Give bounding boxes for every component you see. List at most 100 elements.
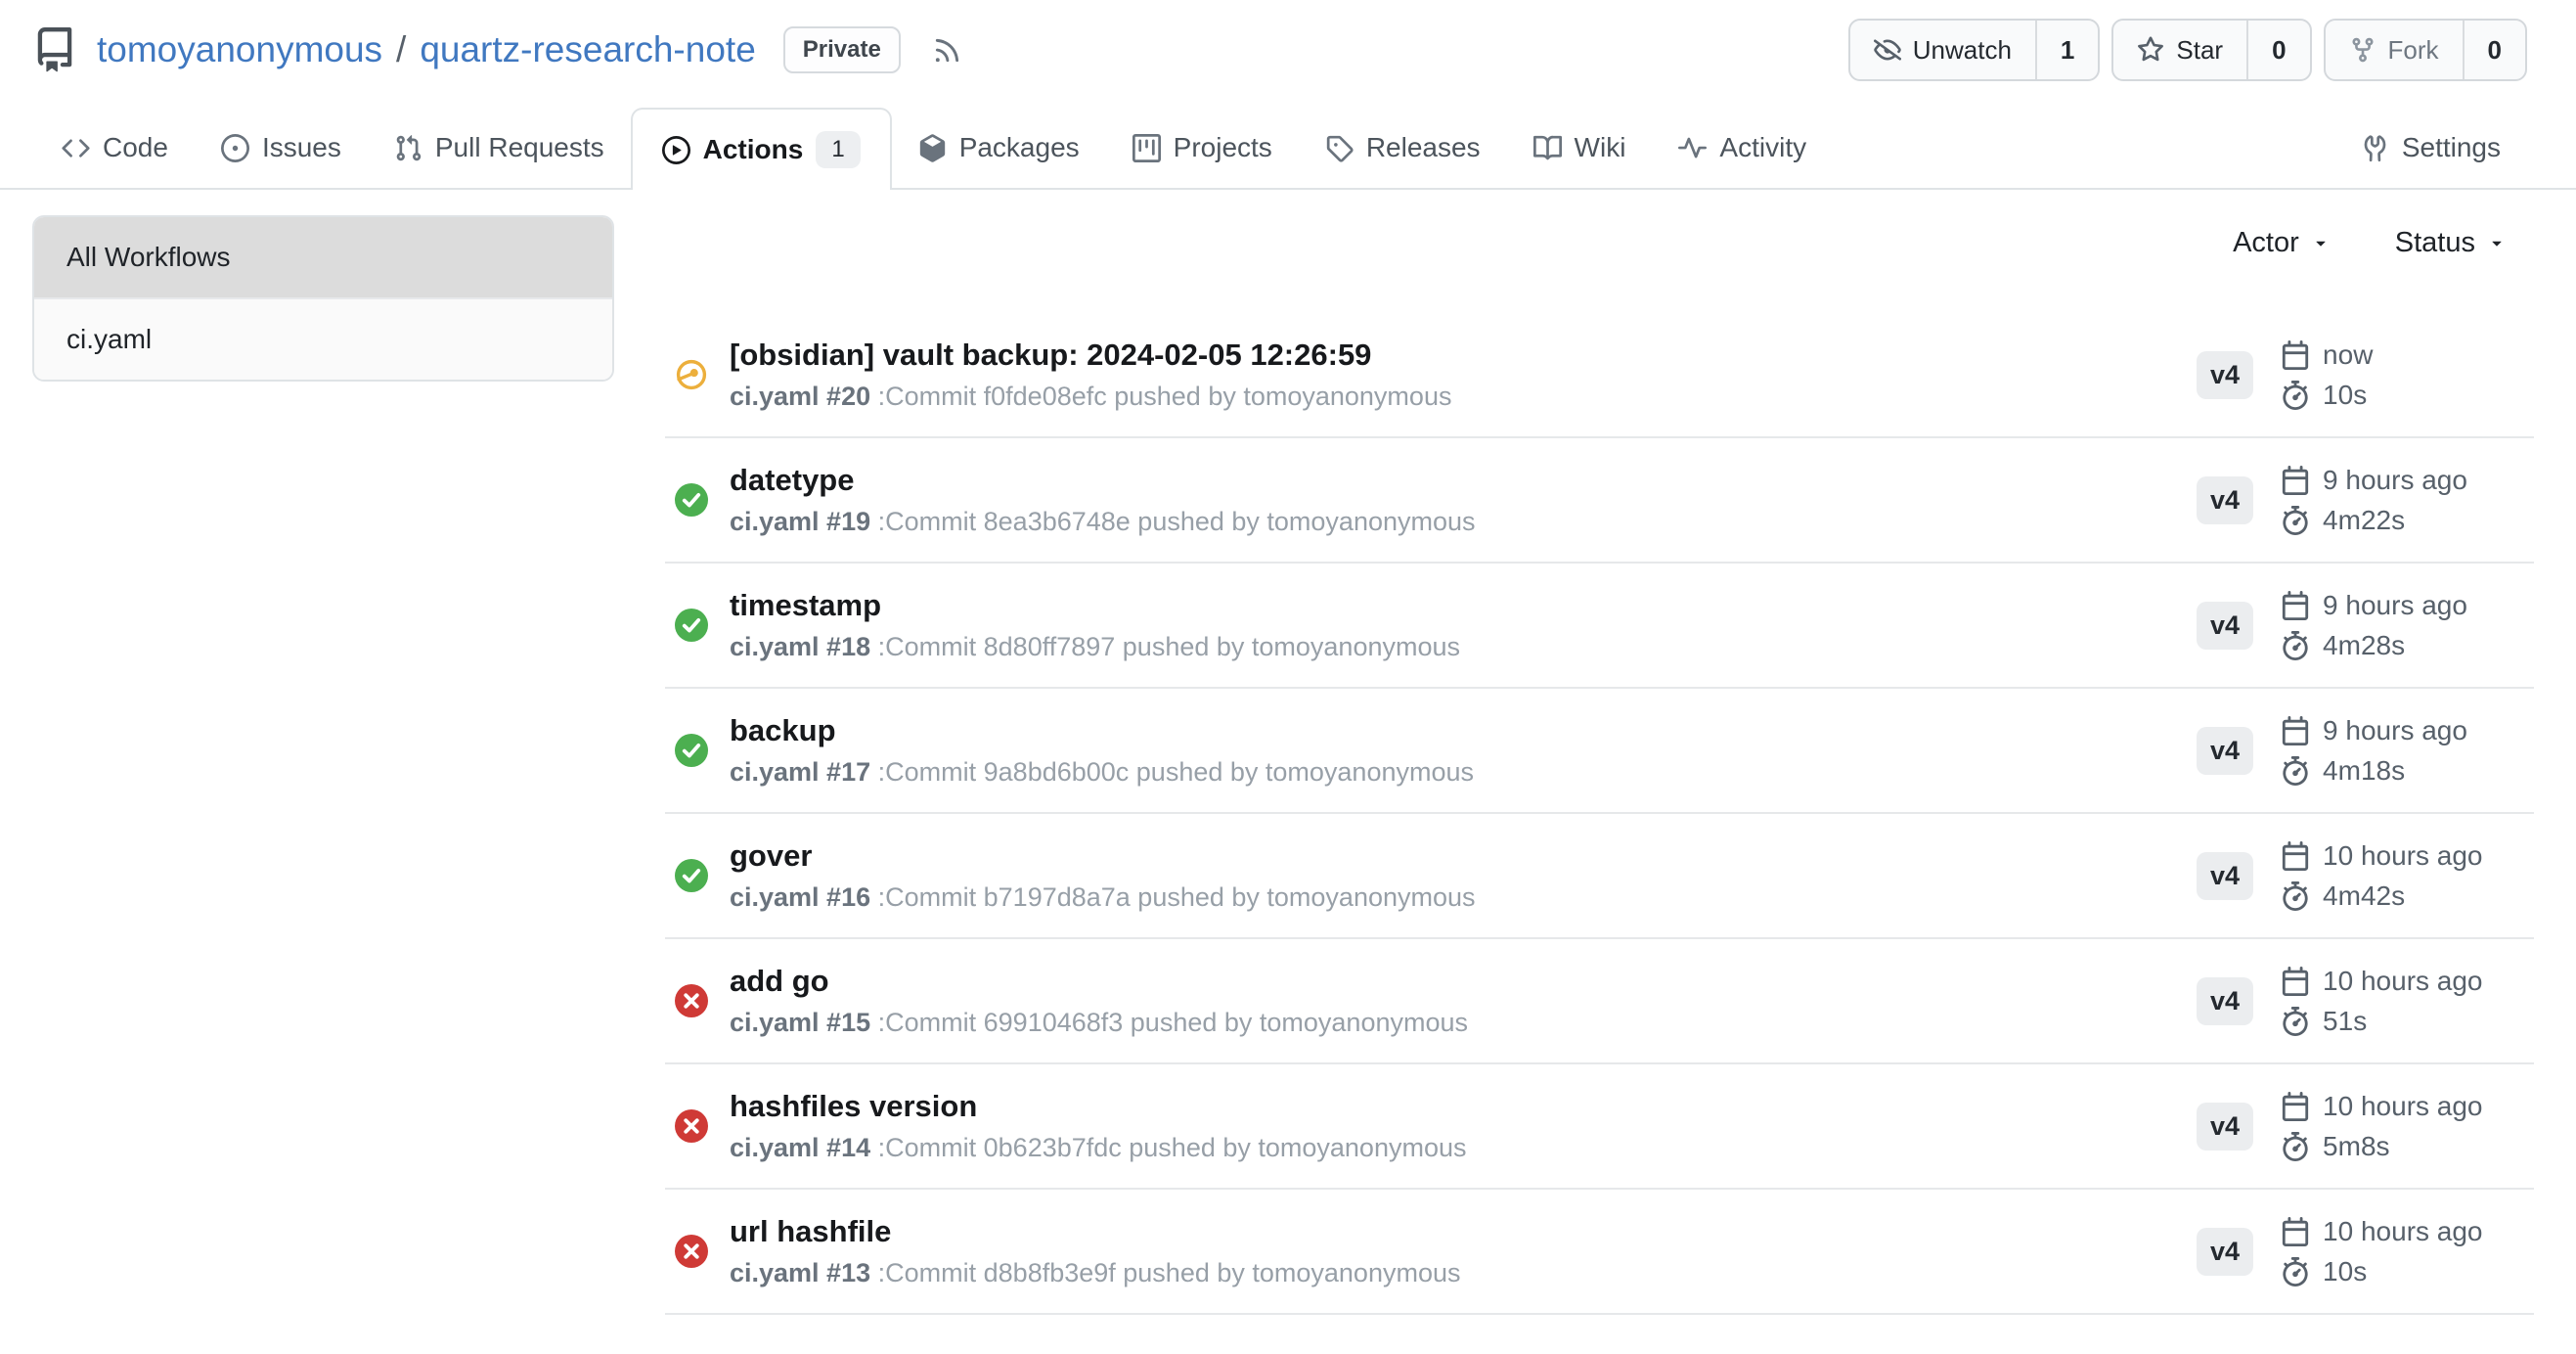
tab-issues[interactable]: Issues: [195, 108, 368, 188]
in-progress-icon: [675, 358, 708, 391]
tab-pull-requests-label: Pull Requests: [435, 132, 604, 163]
tab-activity[interactable]: Activity: [1652, 108, 1833, 188]
check-circle-icon: [675, 734, 708, 767]
runner-version-badge: v4: [2197, 602, 2253, 650]
actor-filter-label: Actor: [2233, 227, 2299, 259]
stopwatch-icon: [2281, 1257, 2310, 1286]
run-date: 10 hours ago: [2281, 1091, 2482, 1122]
actions-count-badge: 1: [816, 131, 860, 168]
run-workflow-number[interactable]: ci.yaml #13: [730, 1258, 870, 1287]
rss-feed-icon[interactable]: [932, 35, 962, 66]
star-icon: [2137, 36, 2164, 64]
run-subtitle: ci.yaml #14 :Commit 0b623b7fdc pushed by…: [730, 1133, 2197, 1163]
tab-projects[interactable]: Projects: [1106, 108, 1299, 188]
run-workflow-number[interactable]: ci.yaml #16: [730, 882, 870, 912]
run-commit-text: :Commit 8d80ff7897 pushed by tomoyanonym…: [878, 632, 1460, 661]
tab-wiki-label: Wiki: [1575, 132, 1626, 163]
tab-pull-requests[interactable]: Pull Requests: [368, 108, 631, 188]
run-filters: Actor Status: [665, 215, 2534, 270]
workflow-run-row[interactable]: backup ci.yaml #17 :Commit 9a8bd6b00c pu…: [665, 689, 2534, 814]
sidebar-item-ci-yaml[interactable]: ci.yaml: [34, 297, 612, 380]
run-title-link[interactable]: add go: [730, 964, 2197, 999]
workflow-run-row[interactable]: hashfiles version ci.yaml #14 :Commit 0b…: [665, 1064, 2534, 1190]
content-area: All Workflows ci.yaml Actor Status: [0, 190, 2576, 1354]
run-commit-text: :Commit d8b8fb3e9f pushed by tomoyanonym…: [878, 1258, 1461, 1287]
tab-code[interactable]: Code: [35, 108, 195, 188]
calendar-icon: [2281, 1092, 2310, 1121]
run-subtitle: ci.yaml #19 :Commit 8ea3b6748e pushed by…: [730, 507, 2197, 537]
calendar-icon: [2281, 967, 2310, 996]
stopwatch-icon: [2281, 631, 2310, 660]
code-icon: [62, 134, 90, 162]
run-meta: v4 9 hours ago 4m22s: [2197, 465, 2534, 536]
watch-count[interactable]: 1: [2035, 21, 2098, 79]
check-circle-icon: [675, 609, 708, 642]
workflow-run-row[interactable]: timestamp ci.yaml #18 :Commit 8d80ff7897…: [665, 564, 2534, 689]
workflow-run-row[interactable]: datetype ci.yaml #19 :Commit 8ea3b6748e …: [665, 438, 2534, 564]
star-count[interactable]: 0: [2246, 21, 2309, 79]
workflow-run-row[interactable]: gover ci.yaml #16 :Commit b7197d8a7a pus…: [665, 814, 2534, 939]
tools-icon: [2361, 134, 2389, 162]
workflow-run-row[interactable]: add go ci.yaml #15 :Commit 69910468f3 pu…: [665, 939, 2534, 1064]
stopwatch-icon: [2281, 881, 2310, 911]
run-title-link[interactable]: hashfiles version: [730, 1089, 2197, 1124]
repo-header: tomoyanonymous / quartz-research-note Pr…: [0, 0, 2576, 86]
tab-settings-label: Settings: [2402, 132, 2501, 163]
unwatch-button[interactable]: Unwatch 1: [1848, 19, 2101, 81]
workflow-run-row[interactable]: [obsidian] vault backup: 2024-02-05 12:2…: [665, 313, 2534, 438]
runner-version-badge: v4: [2197, 476, 2253, 524]
tab-packages[interactable]: Packages: [892, 108, 1106, 188]
tab-releases[interactable]: Releases: [1299, 108, 1507, 188]
run-meta: v4 9 hours ago 4m18s: [2197, 715, 2534, 787]
issue-opened-icon: [221, 134, 249, 162]
run-status-icon: [675, 1109, 708, 1143]
run-workflow-number[interactable]: ci.yaml #19: [730, 507, 870, 536]
git-pull-request-icon: [394, 134, 422, 162]
run-title-link[interactable]: timestamp: [730, 588, 2197, 623]
star-button[interactable]: Star 0: [2111, 19, 2311, 81]
repo-owner-link[interactable]: tomoyanonymous: [97, 29, 382, 70]
fork-icon: [2349, 36, 2376, 64]
stopwatch-icon: [2281, 506, 2310, 535]
run-workflow-number[interactable]: ci.yaml #17: [730, 757, 870, 787]
run-subtitle: ci.yaml #13 :Commit d8b8fb3e9f pushed by…: [730, 1258, 2197, 1288]
tab-projects-label: Projects: [1174, 132, 1272, 163]
run-title-link[interactable]: datetype: [730, 463, 2197, 498]
run-title-link[interactable]: backup: [730, 713, 2197, 748]
check-circle-icon: [675, 859, 708, 892]
status-filter[interactable]: Status: [2395, 227, 2507, 259]
run-times: 10 hours ago 10s: [2281, 1216, 2482, 1287]
repo-tabnav: Code Issues Pull Requests Actions 1 Pack…: [0, 108, 2576, 190]
run-duration: 5m8s: [2281, 1131, 2482, 1162]
run-workflow-number[interactable]: ci.yaml #14: [730, 1133, 870, 1162]
run-title-link[interactable]: url hashfile: [730, 1214, 2197, 1249]
repo-name-link[interactable]: quartz-research-note: [420, 29, 755, 70]
run-meta: v4 10 hours ago 10s: [2197, 1216, 2534, 1287]
tab-releases-label: Releases: [1366, 132, 1481, 163]
run-times: now 10s: [2281, 339, 2373, 411]
run-text: datetype ci.yaml #19 :Commit 8ea3b6748e …: [730, 463, 2197, 537]
status-filter-label: Status: [2395, 227, 2475, 259]
tab-settings[interactable]: Settings: [2334, 108, 2527, 188]
run-text: backup ci.yaml #17 :Commit 9a8bd6b00c pu…: [730, 713, 2197, 788]
run-workflow-number[interactable]: ci.yaml #18: [730, 632, 870, 661]
tab-issues-label: Issues: [262, 132, 341, 163]
run-workflow-number[interactable]: ci.yaml #20: [730, 382, 870, 411]
calendar-icon: [2281, 466, 2310, 495]
repo-title: tomoyanonymous / quartz-research-note Pr…: [97, 26, 962, 73]
fork-count[interactable]: 0: [2463, 21, 2525, 79]
run-duration: 4m18s: [2281, 755, 2467, 787]
run-duration: 10s: [2281, 380, 2373, 411]
tab-wiki[interactable]: Wiki: [1507, 108, 1653, 188]
fork-button[interactable]: Fork 0: [2324, 19, 2527, 81]
run-title-link[interactable]: gover: [730, 838, 2197, 874]
sidebar-item-all-workflows[interactable]: All Workflows: [34, 217, 612, 297]
tab-actions[interactable]: Actions 1: [631, 108, 892, 190]
workflow-run-row[interactable]: add cache again 10 hours ago: [665, 1315, 2534, 1354]
workflow-run-row[interactable]: url hashfile ci.yaml #13 :Commit d8b8fb3…: [665, 1190, 2534, 1315]
run-title-link[interactable]: [obsidian] vault backup: 2024-02-05 12:2…: [730, 338, 2197, 373]
unwatch-label: Unwatch: [1913, 35, 2012, 66]
actor-filter[interactable]: Actor: [2233, 227, 2331, 259]
run-workflow-number[interactable]: ci.yaml #15: [730, 1008, 870, 1037]
run-subtitle: ci.yaml #18 :Commit 8d80ff7897 pushed by…: [730, 632, 2197, 662]
